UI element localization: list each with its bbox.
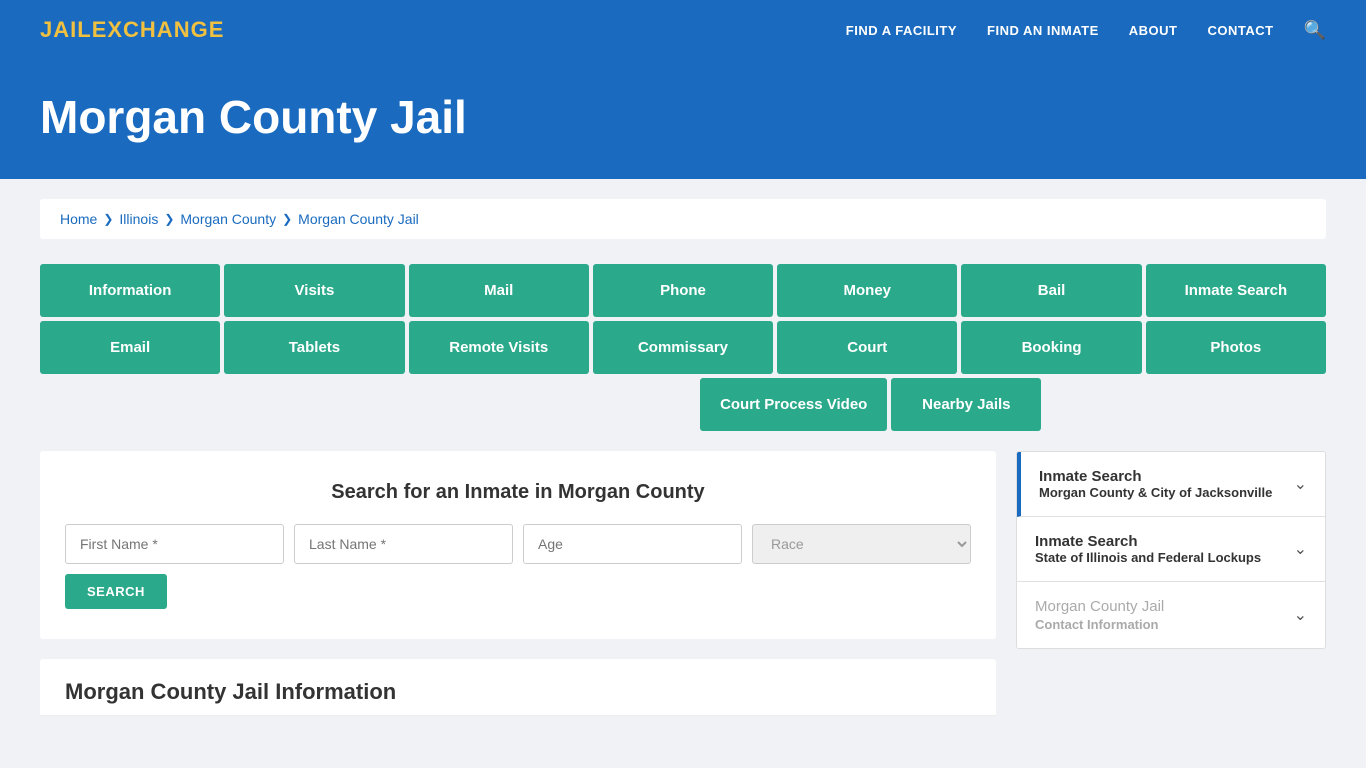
sidebar-item-text-1: Inmate Search State of Illinois and Fede…	[1035, 533, 1261, 565]
btn-court-process-video[interactable]: Court Process Video	[700, 378, 887, 431]
btn-mail[interactable]: Mail	[409, 264, 589, 317]
button-row-3: Court Process Video Nearby Jails	[40, 378, 1326, 431]
sidebar-item-2[interactable]: Morgan County Jail Contact Information ⌄	[1017, 582, 1325, 648]
search-form: Race White Black Hispanic Asian Other	[65, 524, 971, 564]
btn-visits[interactable]: Visits	[224, 264, 404, 317]
hero-banner: Morgan County Jail	[0, 60, 1366, 179]
nav-find-inmate[interactable]: FIND AN INMATE	[987, 23, 1099, 38]
nav-about[interactable]: ABOUT	[1129, 23, 1178, 38]
logo[interactable]: JAILEXCHANGE	[40, 17, 224, 43]
search-icon[interactable]: 🔍	[1304, 20, 1326, 41]
btn-booking[interactable]: Booking	[961, 321, 1141, 374]
nav-find-facility[interactable]: FIND A FACILITY	[846, 23, 957, 38]
btn-remote-visits[interactable]: Remote Visits	[409, 321, 589, 374]
breadcrumb-sep-3: ❯	[282, 212, 292, 226]
btn-court[interactable]: Court	[777, 321, 957, 374]
logo-exchange: EXCHANGE	[92, 17, 225, 42]
age-input[interactable]	[523, 524, 742, 564]
chevron-icon-2: ⌄	[1294, 605, 1307, 625]
first-name-input[interactable]	[65, 524, 284, 564]
btn-tablets[interactable]: Tablets	[224, 321, 404, 374]
main-content: Home ❯ Illinois ❯ Morgan County ❯ Morgan…	[0, 179, 1366, 746]
btn-phone[interactable]: Phone	[593, 264, 773, 317]
sidebar-item-1[interactable]: Inmate Search State of Illinois and Fede…	[1017, 517, 1325, 582]
chevron-icon-0: ⌄	[1294, 474, 1307, 494]
last-name-input[interactable]	[294, 524, 513, 564]
page-title: Morgan County Jail	[40, 90, 1326, 144]
btn-nearby-jails[interactable]: Nearby Jails	[891, 378, 1041, 431]
btn-photos[interactable]: Photos	[1146, 321, 1326, 374]
search-button[interactable]: SEARCH	[65, 574, 167, 609]
btn-information[interactable]: Information	[40, 264, 220, 317]
breadcrumb-current[interactable]: Morgan County Jail	[298, 211, 419, 227]
btn-commissary[interactable]: Commissary	[593, 321, 773, 374]
btn-inmate-search[interactable]: Inmate Search	[1146, 264, 1326, 317]
left-column: Search for an Inmate in Morgan County Ra…	[40, 451, 996, 716]
sidebar-item-text-2: Morgan County Jail Contact Information	[1035, 598, 1164, 632]
button-row-2: Email Tablets Remote Visits Commissary C…	[40, 321, 1326, 374]
section-title: Morgan County Jail Information	[40, 659, 996, 716]
race-select[interactable]: Race White Black Hispanic Asian Other	[752, 524, 971, 564]
btn-money[interactable]: Money	[777, 264, 957, 317]
breadcrumb-home[interactable]: Home	[60, 211, 97, 227]
btn-email[interactable]: Email	[40, 321, 220, 374]
sidebar-item-0[interactable]: Inmate Search Morgan County & City of Ja…	[1017, 452, 1325, 517]
nav-contact[interactable]: CONTACT	[1207, 23, 1273, 38]
button-row-1: Information Visits Mail Phone Money Bail…	[40, 264, 1326, 317]
btn-bail[interactable]: Bail	[961, 264, 1141, 317]
chevron-icon-1: ⌄	[1294, 539, 1307, 559]
breadcrumb-illinois[interactable]: Illinois	[119, 211, 158, 227]
breadcrumb-morgan-county[interactable]: Morgan County	[180, 211, 276, 227]
sidebar: Inmate Search Morgan County & City of Ja…	[1016, 451, 1326, 649]
inmate-search-panel: Search for an Inmate in Morgan County Ra…	[40, 451, 996, 639]
inmate-search-title: Search for an Inmate in Morgan County	[65, 481, 971, 504]
sidebar-item-text-0: Inmate Search Morgan County & City of Ja…	[1039, 468, 1272, 500]
main-nav: FIND A FACILITY FIND AN INMATE ABOUT CON…	[846, 20, 1326, 41]
breadcrumb: Home ❯ Illinois ❯ Morgan County ❯ Morgan…	[40, 199, 1326, 239]
logo-jail: JAIL	[40, 17, 92, 42]
breadcrumb-sep-1: ❯	[103, 212, 113, 226]
breadcrumb-sep-2: ❯	[164, 212, 174, 226]
content-layout: Search for an Inmate in Morgan County Ra…	[40, 451, 1326, 716]
header: JAILEXCHANGE FIND A FACILITY FIND AN INM…	[0, 0, 1366, 60]
